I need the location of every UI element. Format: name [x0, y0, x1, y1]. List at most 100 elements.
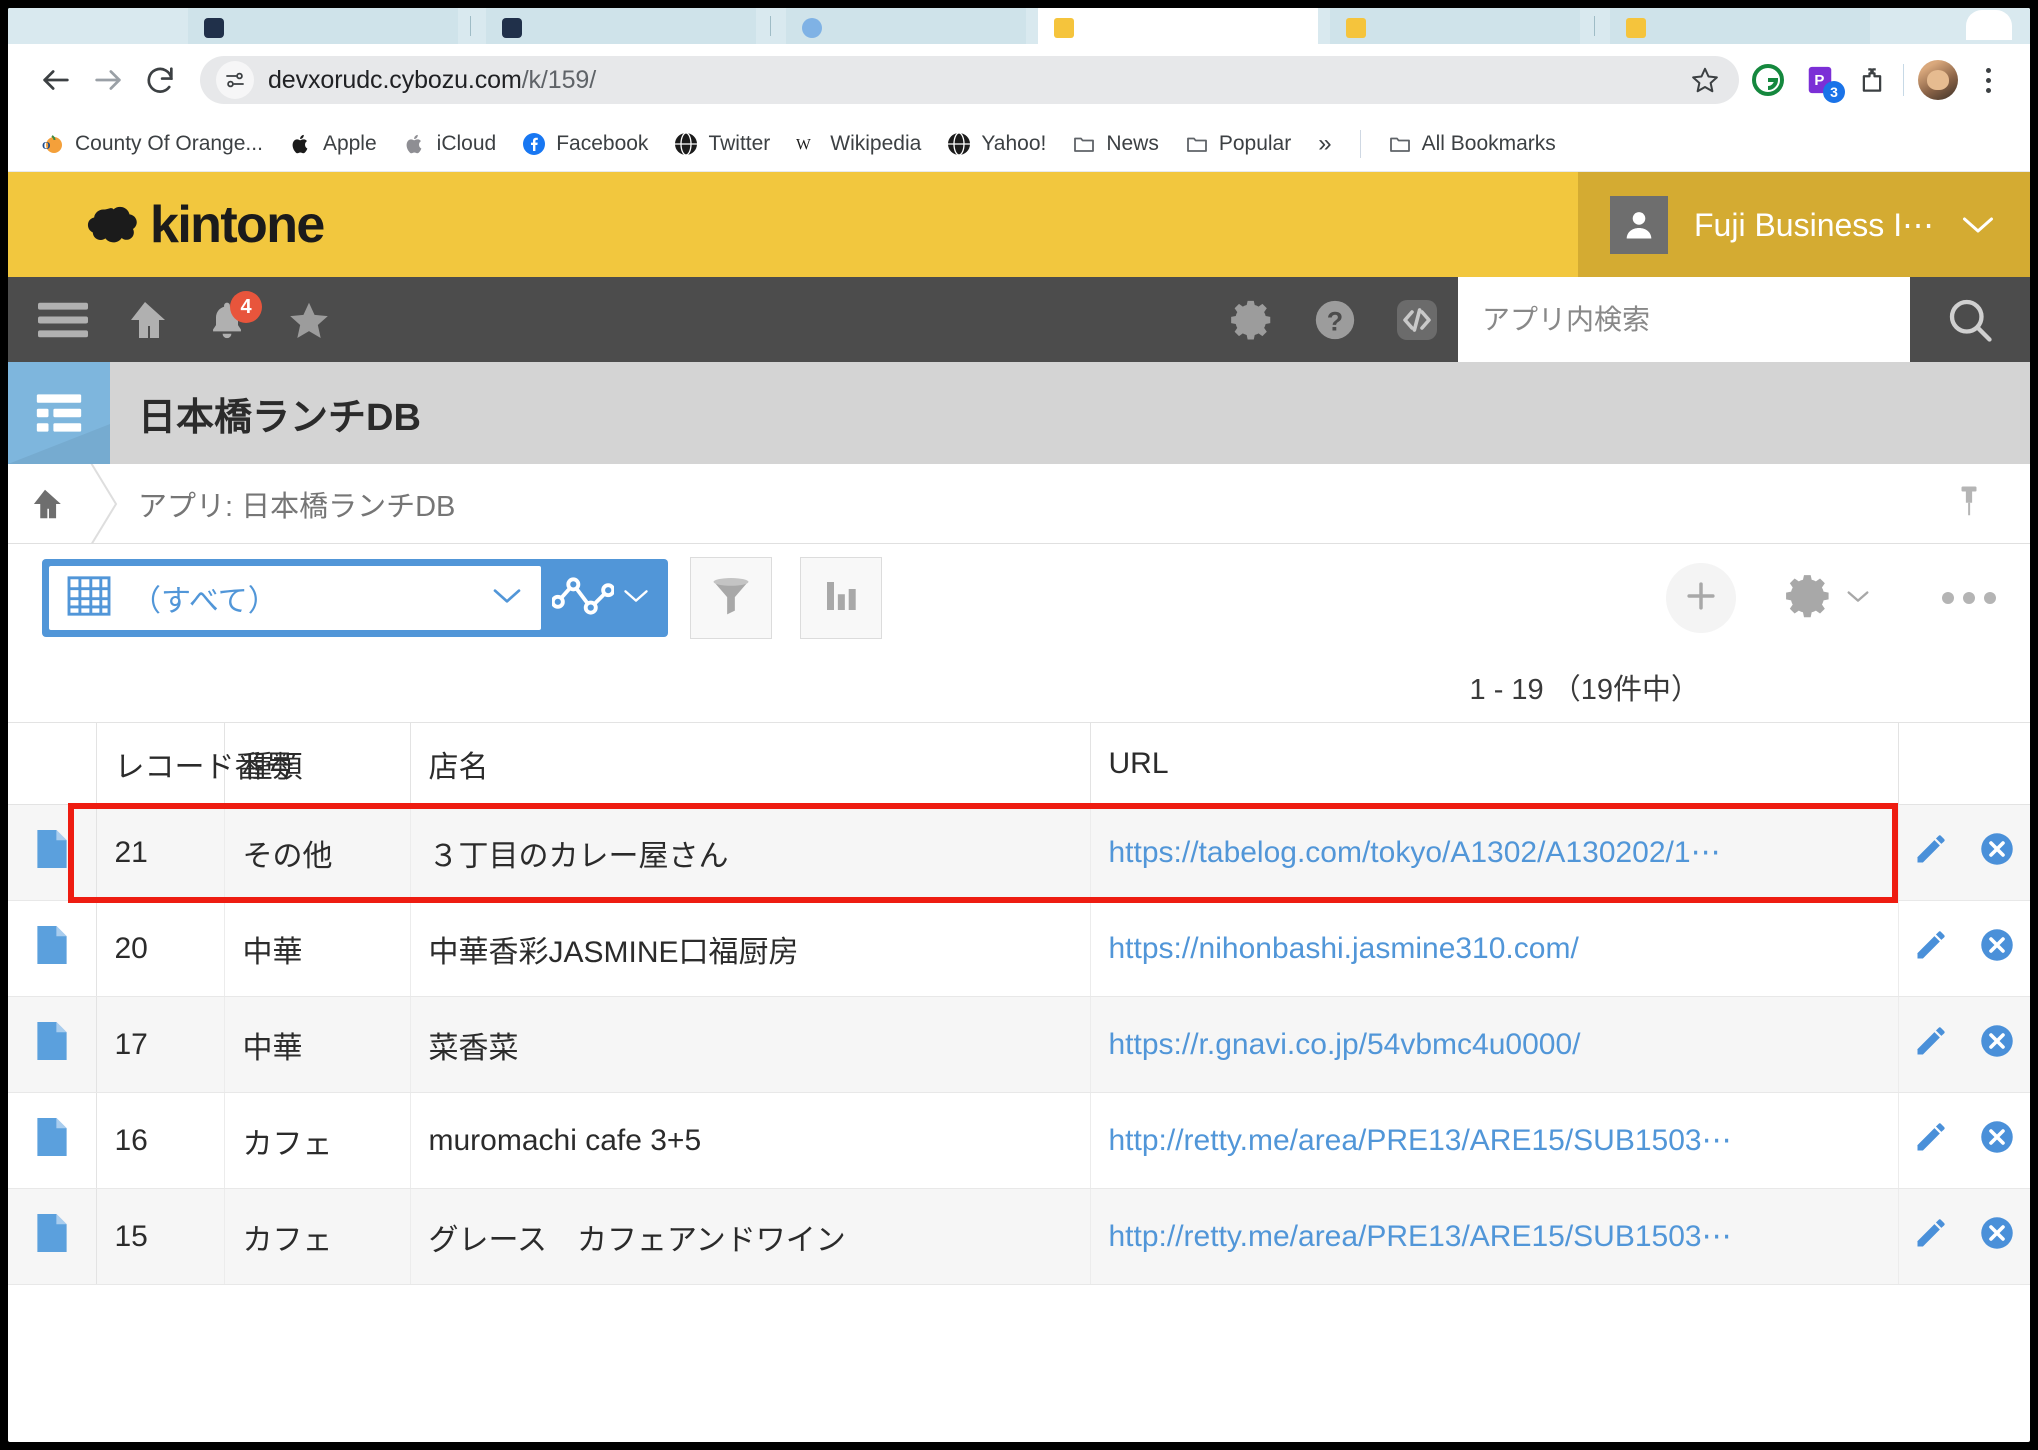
breadcrumb-label[interactable]: アプリ: 日本橋ランチDB: [124, 483, 455, 525]
bookmarks-overflow-icon[interactable]: »: [1304, 130, 1345, 158]
record-open-cell[interactable]: [8, 900, 97, 997]
star-icon[interactable]: [1685, 60, 1725, 100]
chevron-down-icon[interactable]: [1844, 587, 1872, 610]
browser-tab[interactable]: [1610, 8, 1870, 44]
grammarly-extension-icon[interactable]: [1751, 63, 1785, 97]
browser-tab-active[interactable]: [1038, 8, 1318, 44]
browser-tab[interactable]: [786, 8, 1026, 44]
reload-icon[interactable]: [134, 54, 186, 106]
cell-store: ３丁目のカレー屋さん: [410, 804, 1091, 901]
kintone-navbar: 4 ?: [8, 277, 2030, 362]
table-row[interactable]: 16 カフェ muromachi cafe 3+5 http://retty.m…: [8, 1092, 2030, 1189]
edit-pencil-icon[interactable]: [1913, 831, 1949, 875]
bookmark-item[interactable]: Apple: [276, 124, 390, 164]
table-header-cell-url[interactable]: URL: [1090, 722, 1899, 805]
edit-pencil-icon[interactable]: [1913, 927, 1949, 971]
table-row[interactable]: 15 カフェ グレース カフェアンドワイン http://retty.me/ar…: [8, 1188, 2030, 1285]
table-header-cell-type[interactable]: 種類: [224, 722, 411, 805]
bookmark-folder-news[interactable]: News: [1059, 124, 1172, 164]
pin-icon[interactable]: [1954, 483, 1984, 524]
add-record-button[interactable]: [1666, 563, 1736, 633]
table-header-cell-store[interactable]: 店名: [410, 722, 1091, 805]
more-options-button[interactable]: [1942, 592, 1996, 604]
purple-extension-icon[interactable]: P 3: [1803, 63, 1845, 103]
edit-pencil-icon[interactable]: [1913, 1119, 1949, 1163]
delete-x-icon[interactable]: [1979, 1023, 2015, 1067]
search-input[interactable]: [1482, 303, 1886, 336]
three-dot-menu-icon[interactable]: [1968, 67, 2008, 93]
hamburger-menu-icon[interactable]: [22, 277, 104, 362]
cell-actions: [1898, 1188, 2030, 1285]
kintone-logo[interactable]: kintone: [8, 172, 1578, 277]
extensions-puzzle-icon[interactable]: [1855, 63, 1889, 97]
table-row[interactable]: 21 その他 ３丁目のカレー屋さん https://tabelog.com/to…: [8, 804, 2030, 901]
view-selector[interactable]: （すべて）: [49, 566, 541, 630]
url-link[interactable]: https://nihonbashi.jasmine310.com/: [1109, 932, 1579, 965]
url-link[interactable]: http://retty.me/area/PRE13/ARE15/SUB1503…: [1109, 1124, 1732, 1157]
tab-favicon-icon: [1346, 18, 1366, 38]
delete-x-icon[interactable]: [1979, 1119, 2015, 1163]
delete-x-icon[interactable]: [1979, 1215, 2015, 1259]
url-link[interactable]: https://r.gnavi.co.jp/54vbmc4u0000/: [1109, 1028, 1581, 1061]
filter-button[interactable]: [690, 557, 772, 639]
ellipsis-icon: [1942, 592, 1954, 604]
help-question-icon[interactable]: ?: [1294, 277, 1376, 362]
bookmark-item[interactable]: Yahoo!: [934, 124, 1059, 164]
bookmark-item[interactable]: Facebook: [509, 124, 661, 164]
home-icon[interactable]: [104, 277, 186, 362]
record-document-icon[interactable]: [37, 1021, 67, 1068]
favorites-star-icon[interactable]: [268, 277, 350, 362]
bookmark-item[interactable]: W Wikipedia: [783, 124, 934, 164]
browser-toolbar: devxorudc.cybozu.com/k/159/ P 3: [8, 44, 2030, 116]
table-row[interactable]: 17 中華 菜香菜 https://r.gnavi.co.jp/54vbmc4u…: [8, 996, 2030, 1093]
site-settings-icon[interactable]: [216, 61, 254, 99]
url-link[interactable]: http://retty.me/area/PRE13/ARE15/SUB1503…: [1109, 1220, 1732, 1253]
record-open-cell[interactable]: [8, 1188, 97, 1285]
edit-pencil-icon[interactable]: [1913, 1023, 1949, 1067]
browser-tab[interactable]: [486, 8, 756, 44]
chevron-down-icon[interactable]: [1960, 214, 2030, 236]
browser-tab[interactable]: [188, 8, 458, 44]
table-row[interactable]: 20 中華 中華香彩JASMINE口福厨房 https://nihonbashi…: [8, 900, 2030, 997]
record-open-cell[interactable]: [8, 1092, 97, 1189]
cell-store: muromachi cafe 3+5: [410, 1092, 1091, 1189]
record-document-icon[interactable]: [37, 1117, 67, 1164]
delete-x-icon[interactable]: [1979, 831, 2015, 875]
gear-icon[interactable]: [1212, 277, 1294, 362]
user-menu-button[interactable]: Fuji Business I⋯: [1578, 172, 2030, 277]
chart-button[interactable]: [800, 557, 882, 639]
graph-view-button[interactable]: [541, 566, 661, 630]
record-open-cell[interactable]: [8, 804, 97, 901]
cell-actions: [1898, 804, 2030, 901]
new-tab-button[interactable]: [1966, 10, 2012, 40]
search-button[interactable]: [1910, 277, 2030, 362]
browser-tab[interactable]: [1330, 8, 1580, 44]
chevron-down-icon[interactable]: [622, 587, 650, 610]
all-bookmarks-button[interactable]: All Bookmarks: [1375, 124, 1569, 164]
home-icon[interactable]: [8, 485, 82, 523]
edit-pencil-icon[interactable]: [1913, 1215, 1949, 1259]
chevron-down-icon[interactable]: [491, 586, 523, 611]
bookmark-item[interactable]: O County Of Orange...: [28, 124, 276, 164]
record-document-icon[interactable]: [37, 1213, 67, 1260]
notification-bell-icon[interactable]: 4: [186, 277, 268, 362]
record-document-icon[interactable]: [37, 925, 67, 972]
bookmark-item[interactable]: iCloud: [390, 124, 510, 164]
app-settings-button[interactable]: [1784, 571, 1872, 626]
record-document-icon[interactable]: [37, 829, 67, 876]
bookmark-folder-popular[interactable]: Popular: [1172, 124, 1304, 164]
back-arrow-icon[interactable]: [30, 54, 82, 106]
app-list-icon[interactable]: [8, 362, 110, 464]
app-search-field[interactable]: [1458, 277, 1910, 362]
delete-x-icon[interactable]: [1979, 927, 2015, 971]
record-open-cell[interactable]: [8, 996, 97, 1093]
url-link[interactable]: https://tabelog.com/tokyo/A1302/A130202/…: [1109, 836, 1721, 869]
app-title-bar: 日本橋ランチDB: [8, 362, 2030, 464]
bookmark-item[interactable]: Twitter: [661, 124, 783, 164]
table-header-cell-record-no[interactable]: レコード番号: [96, 722, 295, 805]
code-brackets-icon[interactable]: [1376, 277, 1458, 362]
profile-avatar[interactable]: [1918, 60, 1958, 100]
address-bar[interactable]: devxorudc.cybozu.com/k/159/: [200, 56, 1739, 104]
forward-arrow-icon[interactable]: [82, 54, 134, 106]
user-display-name: Fuji Business I⋯: [1694, 206, 1934, 243]
